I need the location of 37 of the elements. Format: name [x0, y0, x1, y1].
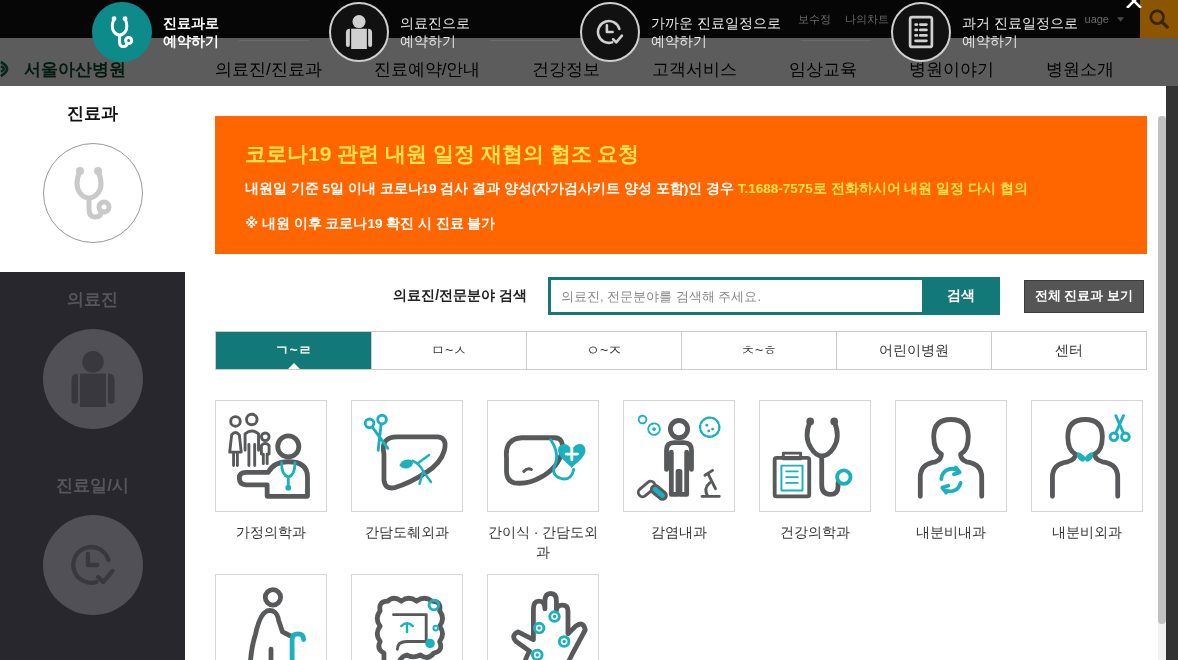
step-label[interactable]: 과거 진료일정으로 예약하기 — [961, 14, 1078, 50]
notice-text: 내원일 기준 5일 이내 코로나19 검사 결과 양성(자가검사키트 양성 포함)인 경우 T.1688-7575로 전화하시어 내원 일정 다시 협의 — [245, 180, 1029, 198]
department-tile[interactable] — [215, 574, 327, 660]
department-label[interactable]: 내분비외과 — [1031, 522, 1143, 542]
department-tile[interactable] — [215, 400, 327, 512]
department-tile[interactable] — [487, 574, 599, 660]
close-button[interactable] — [1126, 0, 1142, 8]
department-label[interactable]: 감염내과 — [623, 522, 735, 542]
language-selector[interactable]: uage — [1084, 13, 1124, 25]
step-label[interactable]: 가까운 진료일정으로 예약하기 — [651, 14, 781, 50]
search-label: 의료진/전문분야 검색 — [393, 287, 527, 305]
department-tile[interactable] — [351, 400, 463, 512]
department-tile[interactable] — [623, 400, 735, 512]
department-label[interactable]: 간담도췌외과 — [351, 522, 463, 542]
close-icon — [1126, 0, 1142, 8]
utility-link[interactable]: 보수정 — [798, 11, 831, 27]
department-tile[interactable] — [895, 400, 1007, 512]
department-label[interactable]: 간이식 · 간담도외과 — [487, 522, 599, 562]
utility-link[interactable]: 나의차트 — [845, 11, 889, 27]
all-departments-button[interactable]: 전체 진료과 보기 — [1024, 279, 1144, 313]
search-field[interactable]: 의료진, 전문분야를 검색해 주세요. — [548, 277, 922, 315]
sidebar-tab[interactable]: 진료과 — [0, 86, 185, 272]
caret-icon — [1117, 16, 1124, 22]
department-label[interactable]: 내분비내과 — [895, 522, 1007, 542]
notice-text: ※ 내원 이후 코로나19 확진 시 진료 불가 — [245, 215, 497, 233]
tab[interactable]: ㄱ~ㄹ — [216, 332, 371, 369]
notice-title: 코로나19 관련 내원 일정 재협의 협조 요청 — [245, 141, 641, 167]
search-icon — [1149, 9, 1169, 29]
department-label[interactable]: 건강의학과 — [759, 522, 871, 542]
department-tile[interactable] — [487, 400, 599, 512]
search-button[interactable]: 검색 — [922, 277, 1000, 315]
department-label[interactable]: 가정의학과 — [215, 522, 327, 542]
step-label[interactable]: 의료진으로 예약하기 — [400, 14, 470, 50]
step-label[interactable]: 진료과로 예약하기 — [163, 14, 219, 50]
department-tile[interactable] — [351, 574, 463, 660]
department-tile[interactable] — [1031, 400, 1143, 512]
department-tile[interactable] — [759, 400, 871, 512]
